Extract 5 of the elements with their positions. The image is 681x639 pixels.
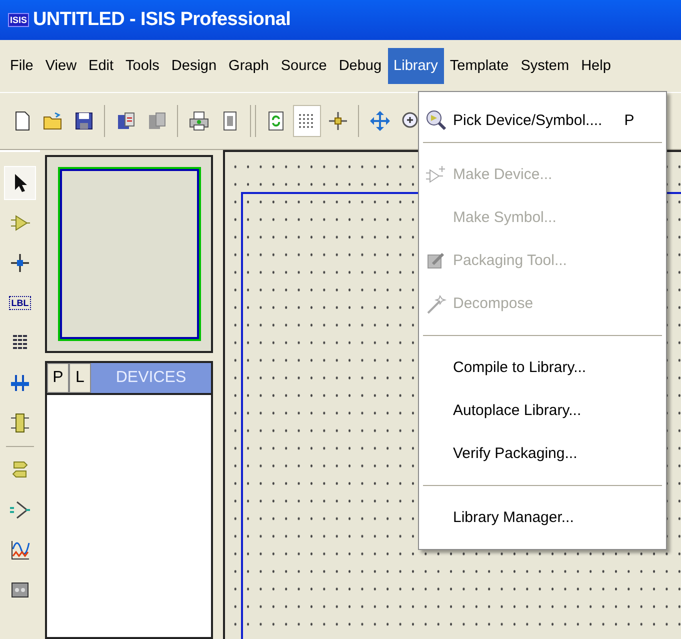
label-tool-text: LBL: [9, 296, 31, 310]
panel-title: DEVICES: [114, 368, 188, 388]
app-icon: ISIS: [8, 13, 30, 27]
shortcut-text: P: [624, 112, 634, 128]
window-title: UNTITLED - ISIS Professional: [33, 9, 291, 31]
